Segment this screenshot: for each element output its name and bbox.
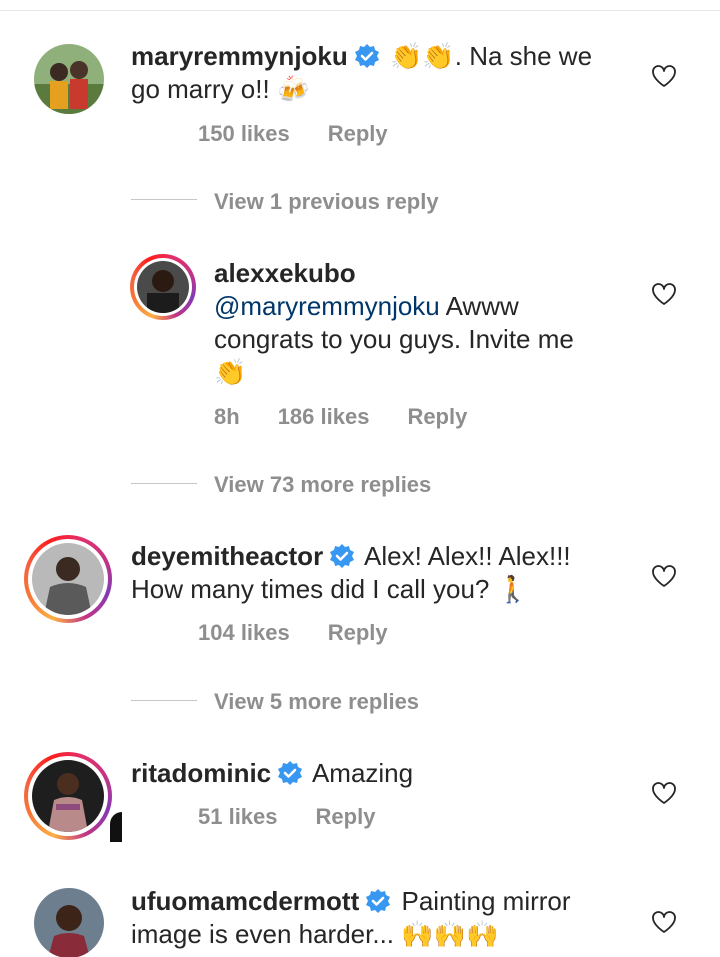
avatar[interactable] [34, 44, 104, 114]
likes-count[interactable]: 104 likes [198, 620, 290, 645]
comment-body-line2: go marry o!! [131, 74, 270, 104]
reply-timestamp: 8h [214, 404, 240, 429]
comment-maryremmynjoku: maryremmynjoku 👏👏. Na she we go marry o!… [0, 0, 720, 170]
raising-hands-icon: 🙌 [401, 920, 434, 950]
reply-body-line1: Awww [445, 291, 519, 321]
reply-username[interactable]: alexxekubo [214, 258, 356, 288]
reply-button[interactable]: Reply [316, 804, 376, 829]
overlay-fragment [110, 812, 122, 842]
comment-ufuomamcdermott: ufuomamcdermott Painting mirror image is… [0, 870, 720, 957]
heart-outline-icon[interactable] [651, 910, 677, 934]
comment-text: maryremmynjoku 👏👏. Na she we go marry o!… [131, 40, 592, 106]
avatar[interactable] [34, 888, 104, 957]
reply-button[interactable]: Reply [328, 620, 388, 645]
heart-outline-icon[interactable] [651, 282, 677, 306]
person-walking-icon: 🚶 [496, 575, 529, 605]
reply-meta: 8h 186 likes Reply [214, 404, 505, 430]
view-more-replies[interactable]: View 73 more replies [214, 472, 431, 498]
reply-body-line2: congrats to you guys. Invite me [214, 324, 574, 354]
comment-body-line1: Amazing [311, 758, 414, 788]
verified-badge-icon [330, 544, 355, 568]
comment-ritadominic: ritadominic Amazing 51 likes Reply [0, 740, 720, 860]
clapping-hands-icon: 👏 [422, 42, 455, 72]
comment-deyemitheactor: deyemitheactor Alex! Alex!! Alex!!! How … [0, 520, 720, 670]
avatar[interactable] [32, 543, 104, 615]
thread-line [131, 483, 197, 484]
comment-body-line2: image is even harder... [131, 919, 395, 949]
comment-username[interactable]: ritadominic [131, 758, 271, 788]
comment-body-line1: . Na she we [454, 41, 593, 71]
avatar[interactable] [32, 760, 104, 832]
reply-text: alexxekubo @maryremmynjoku Awww congrats… [214, 257, 574, 389]
comment-text: ritadominic Amazing [131, 757, 413, 790]
comment-text: deyemitheactor Alex! Alex!! Alex!!! How … [131, 540, 571, 606]
likes-count[interactable]: 150 likes [198, 121, 290, 146]
verified-badge-icon [366, 889, 391, 913]
verified-badge-icon [354, 44, 379, 68]
comment-text: ufuomamcdermott Painting mirror image is… [131, 885, 571, 951]
raising-hands-icon: 🙌 [433, 920, 467, 950]
heart-outline-icon[interactable] [651, 564, 677, 588]
comment-username[interactable]: ufuomamcdermott [131, 886, 359, 916]
comment-username[interactable]: maryremmynjoku [131, 41, 348, 71]
verified-badge-icon [278, 761, 303, 785]
heart-outline-icon[interactable] [651, 781, 677, 805]
thread-line [131, 199, 197, 200]
reply-alexxekubo: alexxekubo @maryremmynjoku Awww congrats… [0, 240, 720, 440]
heart-outline-icon[interactable] [651, 64, 677, 88]
reply-button[interactable]: Reply [407, 404, 467, 429]
view-more-replies[interactable]: View 5 more replies [214, 689, 419, 715]
comment-username[interactable]: deyemitheactor [131, 541, 323, 571]
avatar[interactable] [137, 261, 189, 313]
beer-mugs-icon: 🍻 [276, 75, 310, 105]
comment-body-line1: Alex! Alex!! Alex!!! [363, 541, 571, 571]
clapping-hands-icon: 👏 [390, 42, 423, 72]
clapping-hands-dark-icon: 👏 [214, 358, 247, 388]
comment-meta: 150 likes Reply [198, 121, 426, 147]
comment-body-line2: How many times did I call you? [131, 574, 490, 604]
likes-count[interactable]: 186 likes [278, 404, 370, 429]
comment-meta: 104 likes Reply [198, 620, 426, 646]
likes-count[interactable]: 51 likes [198, 804, 278, 829]
mention-link[interactable]: @maryremmynjoku [214, 291, 440, 321]
comment-body-line1: Painting mirror [401, 886, 571, 916]
raising-hands-icon: 🙌 [466, 920, 499, 950]
reply-button[interactable]: Reply [328, 121, 388, 146]
comment-meta: 51 likes Reply [198, 804, 413, 830]
thread-line [131, 700, 197, 701]
view-previous-replies[interactable]: View 1 previous reply [214, 189, 439, 215]
